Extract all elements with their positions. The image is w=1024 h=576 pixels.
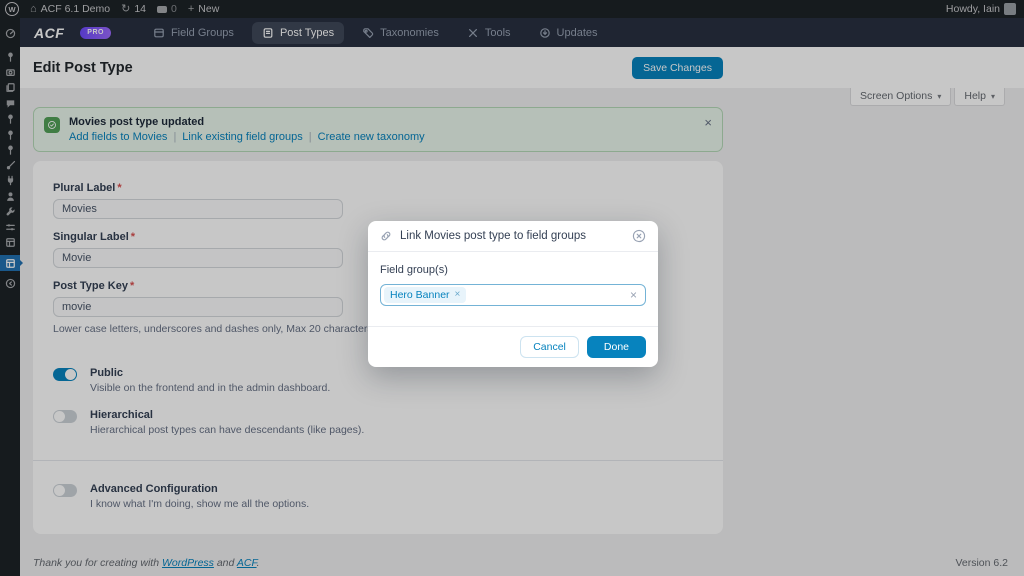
modal-footer: Cancel Done (368, 326, 658, 367)
modal-header: Link Movies post type to field groups (368, 221, 658, 252)
field-group-tag: Hero Banner × (384, 287, 466, 303)
done-button[interactable]: Done (587, 336, 646, 358)
modal-close-icon[interactable] (632, 229, 646, 243)
cancel-button[interactable]: Cancel (520, 336, 579, 358)
field-groups-select[interactable]: Hero Banner × × (380, 284, 646, 306)
modal-body: Field group(s) Hero Banner × × (368, 252, 658, 326)
clear-selection-icon[interactable]: × (630, 289, 637, 301)
tag-remove-icon[interactable]: × (455, 290, 461, 300)
field-groups-label: Field group(s) (380, 264, 646, 276)
tag-label: Hero Banner (390, 289, 450, 301)
link-icon (380, 230, 392, 242)
link-field-groups-modal: Link Movies post type to field groups Fi… (368, 221, 658, 367)
modal-title: Link Movies post type to field groups (400, 230, 586, 242)
selected-tags: Hero Banner × (384, 287, 466, 303)
